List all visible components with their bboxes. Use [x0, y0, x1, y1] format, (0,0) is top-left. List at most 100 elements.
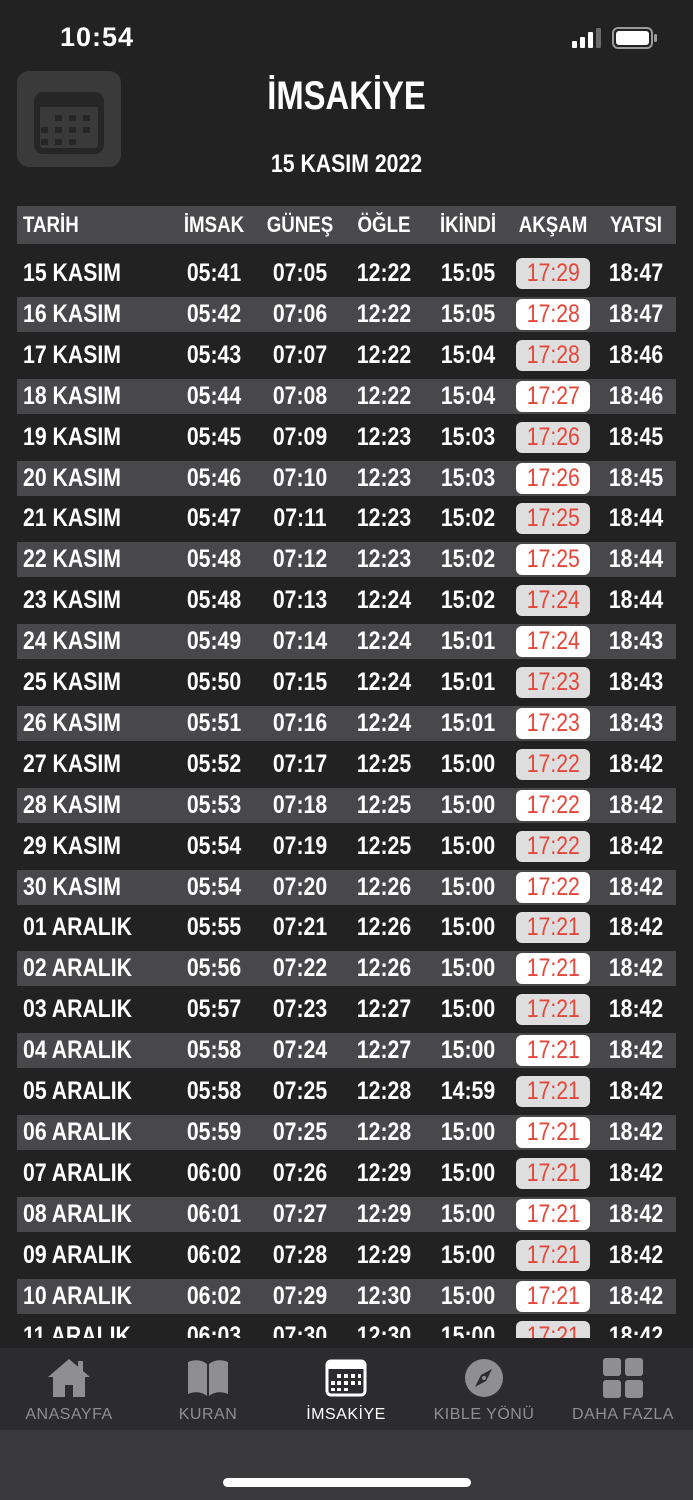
aksam-time-badge: 17:21 — [516, 912, 590, 943]
cell-aksam: 17:25 — [526, 504, 580, 532]
cell-ikindi: 15:01 — [440, 627, 496, 655]
table-row: 16 KASIM 05:42 07:06 12:22 15:05 17:28 18:47 — [17, 297, 676, 332]
cell-yatsi: 18:44 — [608, 545, 664, 573]
cell-ikindi: 15:04 — [440, 341, 496, 369]
aksam-time-badge: 17:28 — [516, 299, 590, 330]
cell-imsak: 05:48 — [186, 586, 242, 614]
cell-ikindi: 15:00 — [440, 791, 496, 819]
table-row: 10 ARALIK 06:02 07:29 12:30 15:00 17:21 18:42 — [17, 1279, 676, 1314]
cell-tarih: 26 KASIM — [23, 709, 122, 737]
cell-aksam: 17:23 — [526, 668, 580, 696]
cell-imsak: 05:56 — [186, 954, 242, 982]
cell-yatsi: 18:45 — [608, 423, 664, 451]
table-row: 15 KASIM 05:41 07:05 12:22 15:05 17:29 18:47 — [17, 256, 676, 291]
cell-aksam: 17:22 — [526, 873, 580, 901]
cell-aksam: 17:21 — [526, 1118, 580, 1146]
aksam-time-badge: 17:22 — [516, 790, 590, 821]
cell-ogle: 12:23 — [356, 545, 412, 573]
cell-gunes: 07:18 — [272, 791, 328, 819]
cell-aksam: 17:21 — [526, 913, 580, 941]
calendar-icon — [325, 1359, 367, 1397]
cell-tarih: 10 ARALIK — [23, 1282, 133, 1310]
cell-ogle: 12:26 — [356, 954, 412, 982]
tab-label: DAHA FAZLA — [572, 1406, 674, 1423]
cell-yatsi: 18:45 — [608, 464, 664, 492]
cell-yatsi: 18:43 — [608, 668, 664, 696]
status-time: 10:54 — [60, 22, 135, 52]
cell-aksam: 17:26 — [526, 464, 580, 492]
cell-gunes: 07:26 — [272, 1159, 328, 1187]
column-header-aksam: AKŞAM — [518, 212, 588, 237]
cell-tarih: 02 ARALIK — [23, 954, 133, 982]
cell-ogle: 12:30 — [356, 1282, 412, 1310]
cell-ikindi: 15:04 — [440, 382, 496, 410]
cell-ogle: 12:28 — [356, 1118, 412, 1146]
cell-imsak: 05:52 — [186, 750, 242, 778]
cell-gunes: 07:21 — [272, 913, 328, 941]
tab-label: KIBLE YÖNÜ — [433, 1406, 535, 1423]
tab-kible-yonu[interactable]: KIBLE YÖNÜ — [415, 1348, 553, 1430]
cell-yatsi: 18:46 — [608, 382, 664, 410]
compass-icon — [465, 1359, 503, 1397]
cell-ogle: 12:23 — [356, 464, 412, 492]
cell-imsak: 05:58 — [186, 1036, 242, 1064]
cell-yatsi: 18:46 — [608, 341, 664, 369]
cell-ikindi: 15:00 — [440, 1036, 496, 1064]
table-row: 29 KASIM 05:54 07:19 12:25 15:00 17:22 18:42 — [17, 829, 676, 864]
tab-daha-fazla[interactable]: DAHA FAZLA — [554, 1348, 692, 1430]
cell-yatsi: 18:42 — [608, 832, 664, 860]
cell-gunes: 07:11 — [273, 504, 327, 532]
aksam-time-badge: 17:21 — [516, 1035, 590, 1066]
aksam-time-badge: 17:21 — [516, 1281, 590, 1312]
cell-ogle: 12:29 — [356, 1159, 412, 1187]
cell-gunes: 07:12 — [272, 545, 328, 573]
tab-kuran[interactable]: KURAN — [139, 1348, 277, 1430]
cell-aksam: 17:21 — [526, 1241, 580, 1269]
cell-aksam: 17:22 — [526, 750, 580, 778]
battery-icon — [612, 27, 657, 49]
table-row: 04 ARALIK 05:58 07:24 12:27 15:00 17:21 18:42 — [17, 1033, 676, 1068]
cell-aksam: 17:21 — [526, 1159, 580, 1187]
book-icon — [188, 1360, 228, 1396]
cell-aksam: 17:28 — [526, 341, 580, 369]
cell-tarih: 06 ARALIK — [23, 1118, 133, 1146]
cell-yatsi: 18:42 — [608, 1077, 664, 1105]
home-indicator[interactable] — [223, 1478, 471, 1487]
cell-ogle: 12:27 — [356, 1036, 412, 1064]
cell-yatsi: 18:42 — [608, 1322, 664, 1338]
cell-ogle: 12:28 — [356, 1077, 412, 1105]
cell-tarih: 29 KASIM — [23, 832, 122, 860]
cell-aksam: 17:24 — [526, 627, 580, 655]
table-row: 09 ARALIK 06:02 07:28 12:29 15:00 17:21 18:42 — [17, 1238, 676, 1273]
cell-imsak: 06:00 — [186, 1159, 242, 1187]
table-body[interactable]: 15 KASIM 05:41 07:05 12:22 15:05 17:29 18:47 16… — [17, 256, 676, 1338]
cell-yatsi: 18:42 — [608, 1200, 664, 1228]
cell-imsak: 05:50 — [186, 668, 242, 696]
cell-tarih: 20 KASIM — [23, 464, 122, 492]
table-row: 06 ARALIK 05:59 07:25 12:28 15:00 17:21 18:42 — [17, 1115, 676, 1150]
aksam-time-badge: 17:22 — [516, 831, 590, 862]
cell-ogle: 12:29 — [356, 1241, 412, 1269]
table-row: 20 KASIM 05:46 07:10 12:23 15:03 17:26 18:45 — [17, 461, 676, 496]
cell-imsak: 06:03 — [186, 1322, 242, 1338]
tab-anasayfa[interactable]: ANASAYFA — [0, 1348, 138, 1430]
cell-imsak: 05:54 — [186, 873, 242, 901]
cell-yatsi: 18:42 — [608, 1036, 664, 1064]
cell-ikindi: 15:00 — [440, 913, 496, 941]
cell-yatsi: 18:42 — [608, 954, 664, 982]
cell-ikindi: 15:00 — [440, 995, 496, 1023]
cell-yatsi: 18:44 — [608, 504, 664, 532]
cell-ogle: 12:29 — [356, 1200, 412, 1228]
cell-tarih: 07 ARALIK — [23, 1159, 133, 1187]
tab-imsakiye[interactable]: İMSAKİYE — [277, 1348, 415, 1430]
tab-label: İMSAKİYE — [306, 1406, 386, 1423]
column-header-tarih: TARİH — [23, 212, 79, 237]
cell-tarih: 18 KASIM — [23, 382, 122, 410]
table-row: 17 KASIM 05:43 07:07 12:22 15:04 17:28 18:46 — [17, 338, 676, 373]
table-row: 30 KASIM 05:54 07:20 12:26 15:00 17:22 18:42 — [17, 870, 676, 905]
cell-imsak: 05:45 — [186, 423, 242, 451]
cell-tarih: 23 KASIM — [23, 586, 122, 614]
cell-ogle: 12:24 — [356, 709, 412, 737]
cell-tarih: 03 ARALIK — [23, 995, 133, 1023]
aksam-time-badge: 17:26 — [516, 422, 590, 453]
